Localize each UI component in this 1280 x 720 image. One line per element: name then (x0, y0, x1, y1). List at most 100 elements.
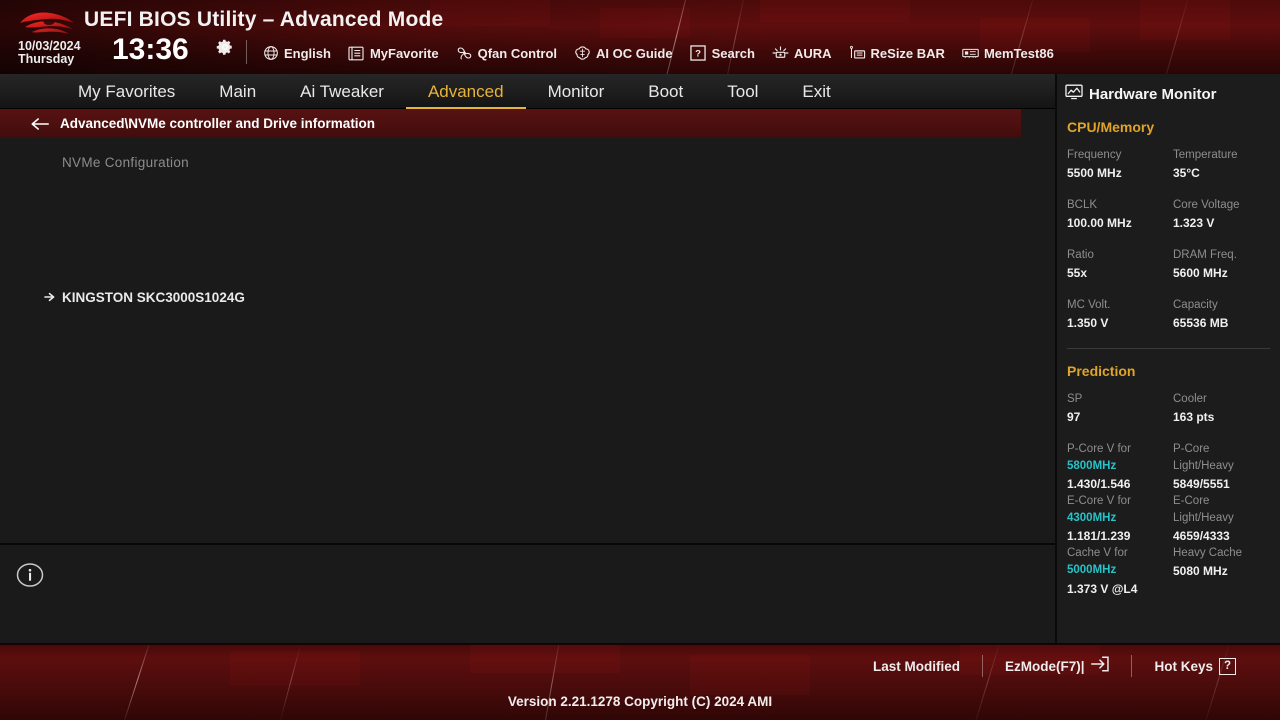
hw-key: Capacity (1173, 299, 1218, 311)
hw-key: Core Voltage (1173, 199, 1240, 211)
fan-icon (456, 45, 473, 62)
prediction-grid: SP Cooler 97 163 pts P-Core V for P-Core… (1067, 391, 1280, 598)
section-label: NVMe Configuration (62, 154, 189, 170)
tab-ai-tweaker[interactable]: Ai Tweaker (278, 74, 406, 109)
hw-value: 100.00 MHz (1067, 216, 1132, 230)
tab-monitor[interactable]: Monitor (526, 74, 627, 109)
hw-key: DRAM Freq. (1173, 249, 1237, 261)
last-modified-label: Last Modified (872, 658, 960, 674)
hw-value: 97 (1067, 410, 1081, 424)
hw-key: Light/Heavy (1173, 460, 1234, 472)
prediction-heading: Prediction (1067, 363, 1136, 379)
toolbar-item-ai-oc-guide[interactable]: AI OC Guide (574, 45, 673, 62)
bios-screen: UEFI BIOS Utility – Advanced Mode 10/03/… (0, 0, 1280, 720)
hw-value: 1.323 V (1173, 216, 1215, 230)
tab-main[interactable]: Main (197, 74, 278, 109)
hw-key-highlight: 5000MHz (1067, 564, 1117, 576)
hardware-monitor-label: Hardware Monitor (1089, 86, 1217, 103)
hw-value: 55x (1067, 266, 1088, 280)
question-box-icon: ? (1219, 657, 1236, 675)
hw-key: Light/Heavy (1173, 512, 1234, 524)
footer-actions: Last Modified EzMode(F7)| Hot Keys ? (851, 655, 1258, 677)
tab-my-favorites[interactable]: My Favorites (56, 74, 197, 109)
content-divider (0, 543, 1055, 545)
arrow-into-box-icon (1090, 656, 1110, 677)
tab-advanced[interactable]: Advanced (405, 74, 526, 109)
tab-tool[interactable]: Tool (705, 74, 780, 109)
hw-key: SP (1067, 393, 1083, 405)
datetime-display: 10/03/2024 Thursday (18, 39, 108, 67)
hotkeys-label: Hot Keys (1154, 658, 1213, 674)
hw-key: E-Core V for (1067, 495, 1131, 507)
hotkeys-button[interactable]: Hot Keys ? (1132, 657, 1258, 675)
hw-key: Frequency (1067, 149, 1122, 161)
tab-boot[interactable]: Boot (626, 74, 705, 109)
globe-icon (262, 45, 279, 62)
cpu-memory-grid: Frequency Temperature 5500 MHz 35°C BCLK… (1067, 147, 1280, 332)
breadcrumb[interactable]: Advanced\NVMe controller and Drive infor… (0, 109, 1021, 138)
toolbar-label: English (284, 45, 331, 61)
section-label-row: NVMe Configuration (0, 147, 1021, 177)
day-text: Thursday (18, 52, 75, 67)
hw-key: Heavy Cache (1173, 547, 1243, 559)
version-text: Version 2.21.1278 Copyright (C) 2024 AMI (507, 694, 773, 709)
hw-value: 4659/4333 (1173, 529, 1230, 543)
brain-icon (574, 45, 591, 62)
ezmode-label: EzMode(F7)| (1004, 658, 1085, 674)
toolbar-label: AI OC Guide (596, 45, 673, 61)
toolbar-item-english[interactable]: English (262, 45, 331, 62)
hw-key: E-Core (1173, 495, 1210, 507)
hw-key: Ratio (1067, 249, 1094, 261)
toolbar-item-search[interactable]: ? Search (690, 45, 755, 62)
hw-value: 1.350 V (1067, 316, 1109, 330)
hw-value: 5600 MHz (1173, 266, 1228, 280)
back-arrow-icon[interactable] (30, 116, 50, 132)
hw-value: 1.373 V @L4 (1067, 582, 1138, 596)
expand-arrow-icon (44, 292, 55, 302)
svg-text:?: ? (695, 49, 701, 60)
toolbar-label: Search (711, 45, 755, 61)
resize-bar-icon (849, 45, 866, 62)
cpu-memory-heading: CPU/Memory (1067, 119, 1155, 135)
drive-label: KINGSTON SKC3000S1024G (62, 289, 245, 305)
hw-key: MC Volt. (1067, 299, 1111, 311)
hw-value: 5500 MHz (1067, 166, 1122, 180)
hardware-monitor-title: Hardware Monitor (1057, 74, 1280, 105)
toolbar-label: MyFavorite (369, 45, 439, 61)
clock-text: 13:36 (112, 33, 189, 66)
hw-separator (1067, 348, 1270, 349)
hardware-monitor-panel: Hardware Monitor CPU/Memory Frequency Te… (1055, 74, 1280, 643)
hw-key: Cache V for (1067, 547, 1128, 559)
toolbar-label: MemTest86 (983, 45, 1054, 61)
toolbar-label: ReSize BAR (870, 45, 945, 61)
last-modified-button[interactable]: Last Modified (851, 659, 982, 674)
aura-light-icon (772, 45, 789, 62)
toolbar-item-resize-bar[interactable]: ReSize BAR (849, 45, 945, 62)
hw-key-highlight: 4300MHz (1067, 512, 1117, 524)
ezmode-button[interactable]: EzMode(F7)| (983, 656, 1132, 677)
star-list-icon (348, 45, 365, 62)
rog-logo (20, 12, 74, 34)
hw-key: BCLK (1067, 199, 1098, 211)
hw-key: P-Core V for (1067, 443, 1131, 455)
hw-value: 65536 MB (1173, 316, 1229, 330)
hw-value: 5080 MHz (1173, 564, 1228, 578)
toolbar-label: Qfan Control (477, 45, 558, 61)
question-box-icon: ? (690, 45, 707, 62)
toolbar-item-memtest86[interactable]: MemTest86 (962, 45, 1054, 62)
tab-exit[interactable]: Exit (780, 74, 852, 109)
hw-key: P-Core (1173, 443, 1210, 455)
toolbar-item-myfavorite[interactable]: MyFavorite (348, 45, 439, 62)
list-item-drive[interactable]: KINGSTON SKC3000S1024G (0, 282, 1021, 312)
toolbar-item-aura[interactable]: AURA (772, 45, 832, 62)
header-bar: UEFI BIOS Utility – Advanced Mode 10/03/… (0, 0, 1280, 74)
hw-key-highlight: 5800MHz (1067, 460, 1117, 472)
gear-icon[interactable] (216, 38, 234, 56)
hw-key: Temperature (1173, 149, 1238, 161)
header-toolbar: English MyFavorite Qfan Control AI OC Gu… (262, 41, 1054, 65)
hw-value: 1.430/1.546 (1067, 477, 1131, 491)
toolbar-label: AURA (793, 45, 832, 61)
info-icon[interactable] (16, 561, 44, 589)
toolbar-item-qfan-control[interactable]: Qfan Control (456, 45, 557, 62)
main-content-panel: Advanced\NVMe controller and Drive infor… (0, 109, 1055, 643)
